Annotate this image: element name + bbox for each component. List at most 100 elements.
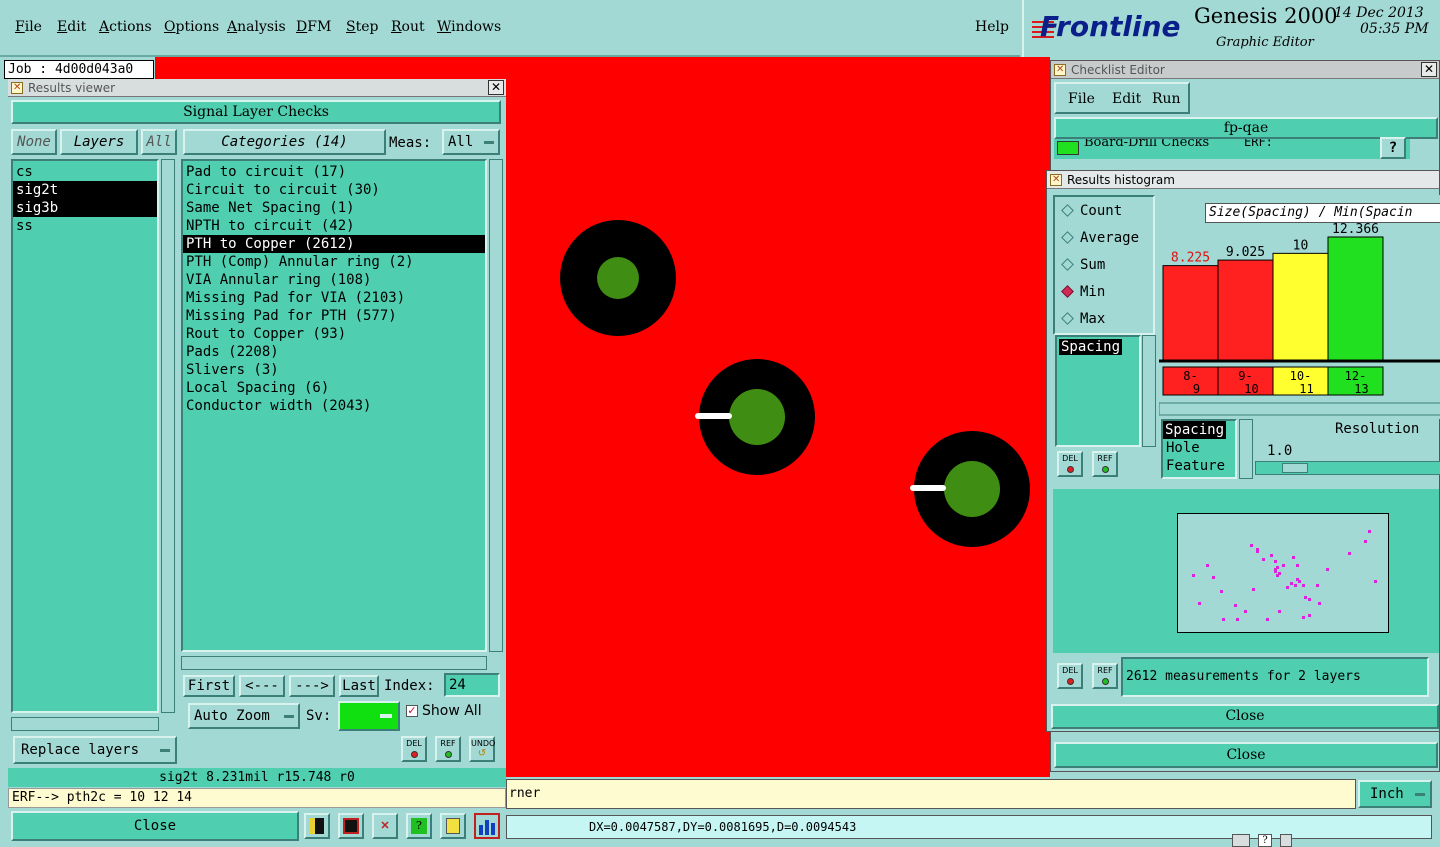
radio-sum[interactable]: Sum: [1061, 257, 1105, 273]
categories-vscroll[interactable]: [489, 159, 503, 652]
layers-vscroll[interactable]: [161, 159, 175, 713]
menu-options[interactable]: Options: [164, 19, 219, 35]
layers-list[interactable]: cs sig2t sig3b ss: [11, 159, 159, 713]
replace-layers-dropdown[interactable]: Replace layers: [13, 736, 177, 764]
attr-item-hole[interactable]: Hole: [1163, 439, 1235, 457]
del-button[interactable]: DEL: [401, 736, 427, 762]
window-menu-icon[interactable]: [1050, 171, 1062, 189]
attribute-list-item[interactable]: Spacing: [1059, 339, 1123, 355]
undo-button[interactable]: UNDO ↺: [469, 736, 495, 762]
menu-windows[interactable]: Windows: [437, 19, 501, 35]
preview-ref-button[interactable]: REF: [1092, 663, 1118, 689]
window-menu-icon[interactable]: [1054, 61, 1066, 79]
category-item[interactable]: Circuit to circuit (30): [183, 181, 485, 199]
hist-ref-button[interactable]: REF: [1092, 451, 1118, 477]
menu-actions[interactable]: Actions: [99, 19, 152, 35]
last-button[interactable]: Last: [339, 675, 379, 697]
radio-count[interactable]: Count: [1061, 203, 1122, 219]
categories-list[interactable]: Pad to circuit (17) Circuit to circuit (3…: [181, 159, 487, 652]
category-item[interactable]: NPTH to circuit (42): [183, 217, 485, 235]
menu-file[interactable]: File: [15, 19, 42, 35]
category-item[interactable]: PTH to Copper (2612): [183, 235, 485, 253]
menu-step[interactable]: Step: [346, 19, 378, 35]
resolution-slider[interactable]: [1255, 461, 1440, 475]
category-item[interactable]: Slivers (3): [183, 361, 485, 379]
radio-max[interactable]: Max: [1061, 311, 1105, 327]
report-icon[interactable]: [338, 813, 364, 839]
menu-help[interactable]: Help: [975, 19, 1009, 35]
categories-button[interactable]: Categories (14): [183, 129, 386, 155]
category-item[interactable]: Missing Pad for PTH (577): [183, 307, 485, 325]
category-item[interactable]: VIA Annular ring (108): [183, 271, 485, 289]
all-layers-button[interactable]: All: [141, 129, 177, 155]
tool-icon[interactable]: [1232, 834, 1250, 847]
checklist-editor-titlebar[interactable]: Checklist Editor ✕: [1051, 61, 1439, 79]
menu-rout[interactable]: Rout: [391, 19, 425, 35]
checklist-menu-edit[interactable]: Edit: [1112, 91, 1141, 107]
close-icon[interactable]: ✕: [488, 80, 504, 95]
category-item[interactable]: Pads (2208): [183, 343, 485, 361]
layer-item-cs[interactable]: cs: [13, 163, 157, 181]
checklist-help-button[interactable]: ?: [1380, 137, 1406, 159]
histogram-icon[interactable]: [474, 813, 500, 839]
results-viewer-titlebar[interactable]: Results viewer ✕: [8, 79, 506, 97]
layers-button[interactable]: Layers: [60, 129, 138, 155]
preview-del-button[interactable]: DEL: [1057, 663, 1083, 689]
categories-hscroll[interactable]: [181, 656, 487, 670]
checklist-row[interactable]: Board-Drill Checks ERF:: [1054, 139, 1410, 159]
checklist-close-button[interactable]: Close: [1054, 742, 1438, 768]
attr-select-list[interactable]: Spacing Hole Feature: [1161, 419, 1237, 479]
close-icon[interactable]: ✕: [1421, 62, 1437, 77]
attr-item-spacing[interactable]: Spacing: [1163, 421, 1227, 439]
slider-thumb[interactable]: [1282, 463, 1308, 473]
histogram-bar[interactable]: [1272, 252, 1329, 362]
radio-min[interactable]: Min: [1061, 284, 1105, 300]
histogram-bar[interactable]: [1327, 236, 1384, 362]
category-item[interactable]: Same Net Spacing (1): [183, 199, 485, 217]
layer-item-sig2t[interactable]: sig2t: [13, 181, 157, 199]
results-close-button[interactable]: Close: [11, 811, 299, 841]
attribute-vscroll[interactable]: [1142, 335, 1156, 447]
show-all-checkbox[interactable]: ✓: [406, 705, 418, 717]
category-item[interactable]: Pad to circuit (17): [183, 163, 485, 181]
layer-item-sig3b[interactable]: sig3b: [13, 199, 157, 217]
meas-dropdown[interactable]: All: [442, 129, 500, 155]
auto-zoom-dropdown[interactable]: Auto Zoom: [188, 703, 300, 729]
clear-icon[interactable]: ✕: [372, 813, 398, 839]
menu-dfm[interactable]: DFM: [296, 19, 331, 35]
histogram-bar[interactable]: [1162, 265, 1219, 362]
histogram-bar[interactable]: [1217, 259, 1274, 362]
window-menu-icon[interactable]: [11, 79, 23, 97]
prev-button[interactable]: <---: [239, 675, 285, 697]
category-item[interactable]: Missing Pad for VIA (2103): [183, 289, 485, 307]
category-item[interactable]: Rout to Copper (93): [183, 325, 485, 343]
attr-select-vscroll[interactable]: [1239, 419, 1253, 479]
menu-edit[interactable]: Edit: [57, 19, 86, 35]
checklist-menu-run[interactable]: Run: [1152, 91, 1181, 107]
help-question-icon[interactable]: ?: [406, 813, 432, 839]
category-item[interactable]: PTH (Comp) Annular ring (2): [183, 253, 485, 271]
histogram-hscroll[interactable]: [1159, 402, 1440, 416]
index-field[interactable]: 24: [444, 673, 500, 697]
layers-hscroll[interactable]: [11, 717, 159, 731]
units-dropdown[interactable]: Inch: [1358, 780, 1432, 808]
attr-item-feature[interactable]: Feature: [1163, 457, 1235, 475]
hist-del-button[interactable]: DEL: [1057, 451, 1083, 477]
spinner-icon[interactable]: [1280, 834, 1292, 847]
ref-button[interactable]: REF: [435, 736, 461, 762]
help-question-icon[interactable]: ?: [1258, 834, 1272, 847]
histogram-close-button[interactable]: Close: [1051, 704, 1439, 729]
category-item[interactable]: Local Spacing (6): [183, 379, 485, 397]
histogram-titlebar[interactable]: Results histogram: [1047, 171, 1439, 189]
checklist-menu-file[interactable]: File: [1068, 91, 1095, 107]
category-item[interactable]: Conductor width (2043): [183, 397, 485, 415]
sv-color-dropdown[interactable]: [338, 701, 400, 731]
first-button[interactable]: First: [183, 675, 235, 697]
radio-average[interactable]: Average: [1061, 230, 1139, 246]
notes-icon[interactable]: [440, 813, 466, 839]
none-button[interactable]: None: [11, 129, 57, 155]
attribute-list[interactable]: Spacing: [1055, 335, 1141, 447]
layer-view-icon[interactable]: [304, 813, 330, 839]
layer-item-ss[interactable]: ss: [13, 217, 157, 235]
next-button[interactable]: --->: [289, 675, 335, 697]
